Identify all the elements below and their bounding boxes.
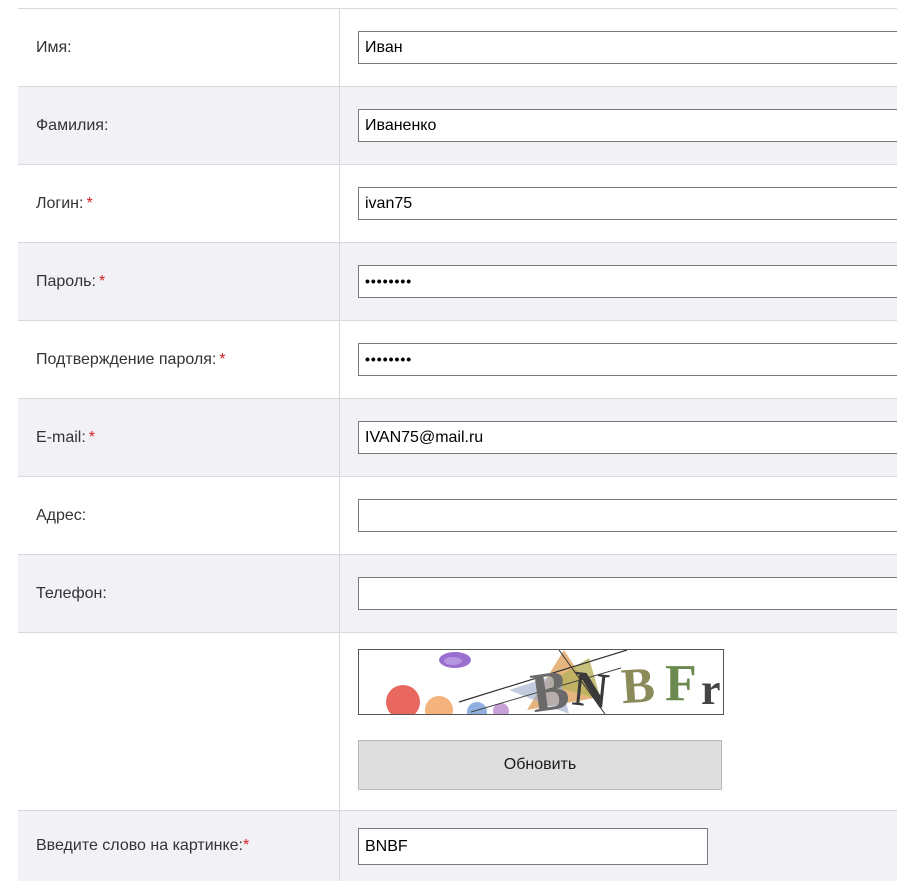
svg-text:F: F [665,655,697,712]
address-cell [340,477,897,554]
row-address: Адрес: [18,477,897,555]
address-input[interactable] [358,499,897,532]
login-label: Логин: * [18,165,340,242]
refresh-captcha-button[interactable]: Обновить [358,740,722,790]
captcha-image-svg: B N B F r [359,650,723,714]
first-name-cell: Иван [340,9,897,86]
row-last-name: Фамилия: Иваненко [18,87,897,165]
phone-label: Телефон: [18,555,340,632]
row-phone: Телефон: [18,555,897,633]
required-mark: * [86,194,93,212]
required-mark: * [88,428,96,446]
captcha-input-label: Введите слово на картинке: * [18,811,340,881]
address-label: Адрес: [18,477,340,554]
row-password: Пароль: * •••••••• [18,243,897,321]
login-input[interactable]: ivan75 [358,187,897,220]
login-label-text: Логин: [36,194,84,212]
first-name-input[interactable]: Иван [358,31,897,64]
password-input[interactable]: •••••••• [358,265,897,298]
phone-label-text: Телефон: [36,584,107,602]
last-name-label-text: Фамилия: [36,116,109,134]
row-email: E-mail: * IVAN75@mail.ru [18,399,897,477]
email-label-text: E-mail: [36,428,86,446]
captcha-input-label-text: Введите слово на картинке: [36,837,243,854]
required-mark: * [219,350,226,368]
row-captcha: B N B F r Обновить [18,633,897,811]
captcha-empty-label [18,633,340,810]
first-name-label: Имя: [18,9,340,86]
password-label-text: Пароль: [36,272,96,290]
svg-text:N: N [570,659,612,714]
required-mark: * [98,272,106,290]
required-mark: * [242,837,250,854]
password-confirm-cell: •••••••• [340,321,897,398]
email-label: E-mail: * [18,399,340,476]
row-captcha-input: Введите слово на картинке: * BNBF [18,811,897,881]
last-name-cell: Иваненко [340,87,897,164]
password-confirm-label-text: Подтверждение пароля: [36,350,217,368]
svg-text:r: r [701,665,721,714]
last-name-input[interactable]: Иваненко [358,109,897,142]
address-label-text: Адрес: [36,506,87,524]
first-name-label-text: Имя: [36,38,72,56]
phone-cell [340,555,897,632]
password-confirm-input[interactable]: •••••••• [358,343,897,376]
last-name-label: Фамилия: [18,87,340,164]
captcha-cell: B N B F r Обновить [340,633,897,810]
password-confirm-label: Подтверждение пароля: * [18,321,340,398]
row-password-confirm: Подтверждение пароля: * •••••••• [18,321,897,399]
phone-input[interactable] [358,577,897,610]
svg-text:B: B [619,656,656,714]
captcha-input-cell: BNBF [340,811,897,881]
password-label: Пароль: * [18,243,340,320]
registration-form: Имя: Иван Фамилия: Иваненко Логин: * ivan… [18,8,897,881]
row-login: Логин: * ivan75 [18,165,897,243]
password-cell: •••••••• [340,243,897,320]
email-cell: IVAN75@mail.ru [340,399,897,476]
email-input[interactable]: IVAN75@mail.ru [358,421,897,454]
row-first-name: Имя: Иван [18,9,897,87]
captcha-input[interactable]: BNBF [358,828,708,865]
captcha-image: B N B F r [358,649,724,715]
login-cell: ivan75 [340,165,897,242]
